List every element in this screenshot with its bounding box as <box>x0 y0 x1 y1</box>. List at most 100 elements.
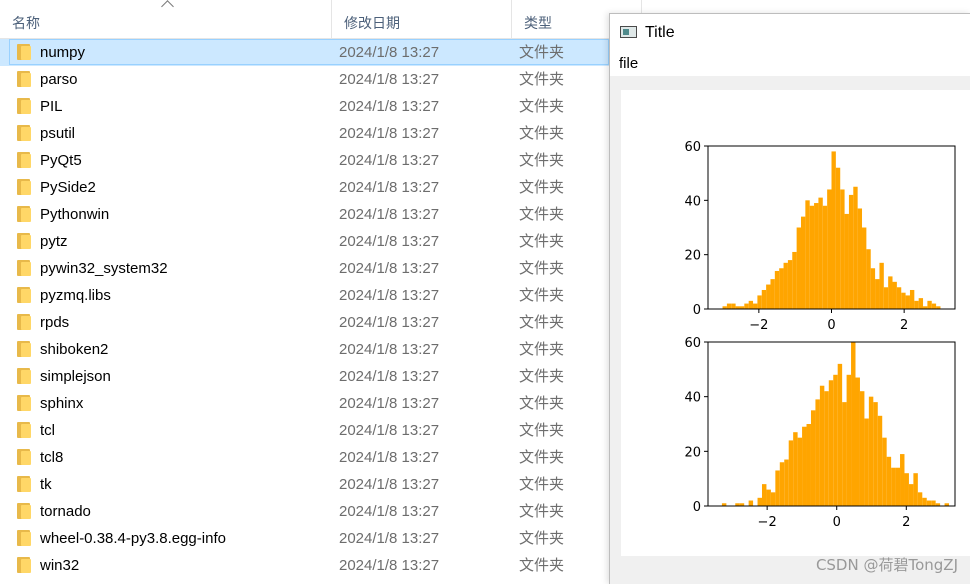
histogram-bar <box>779 462 785 506</box>
histogram-bar <box>875 279 880 309</box>
histogram-bar <box>800 216 806 309</box>
folder-icon <box>17 260 31 276</box>
app-window-icon <box>620 26 637 38</box>
histogram-bar <box>797 437 803 506</box>
x-tick-label: 2 <box>900 318 908 333</box>
file-name: PyQt5 <box>40 152 82 169</box>
file-date: 2024/1/8 13:27 <box>339 395 440 412</box>
folder-icon <box>17 422 31 438</box>
histogram-bar <box>859 391 865 506</box>
file-name: tcl <box>40 422 55 439</box>
histogram-bar <box>726 303 732 309</box>
file-date: 2024/1/8 13:27 <box>339 503 440 520</box>
histogram-bar <box>783 262 788 309</box>
histogram-bar <box>840 189 845 309</box>
x-tick-label: −2 <box>758 515 777 530</box>
file-name: PIL <box>40 98 63 115</box>
histogram-bar <box>766 284 771 309</box>
histogram-bar <box>806 424 811 506</box>
folder-icon <box>17 449 31 465</box>
histogram-bar <box>873 402 878 506</box>
histogram-bar <box>882 437 887 506</box>
file-date: 2024/1/8 13:27 <box>339 422 440 439</box>
histogram-figure: −2 0 20204060−2 0 20204060 <box>684 140 956 530</box>
histogram-bar <box>866 249 871 309</box>
folder-icon <box>17 98 31 114</box>
histogram-bar <box>802 426 807 506</box>
histogram-1: −2 0 20204060 <box>684 140 956 333</box>
file-type: 文件夹 <box>519 476 565 493</box>
histogram-bar <box>761 289 767 309</box>
file-type: 文件夹 <box>519 557 565 574</box>
histogram-bar <box>917 492 923 506</box>
file-date: 2024/1/8 13:27 <box>339 206 440 223</box>
file-date: 2024/1/8 13:27 <box>339 71 440 88</box>
histogram-bar <box>753 303 758 309</box>
window-titlebar[interactable]: Title <box>610 14 970 50</box>
histogram-bar <box>900 454 905 506</box>
histogram-bar <box>855 377 860 506</box>
histogram-bar <box>744 303 749 309</box>
file-type: 文件夹 <box>519 233 565 250</box>
histogram-bar <box>748 500 754 506</box>
file-name: tk <box>40 476 52 493</box>
column-name[interactable]: 名称 <box>0 0 332 38</box>
file-type: 文件夹 <box>519 314 565 331</box>
folder-icon <box>17 125 31 141</box>
file-type: 文件夹 <box>519 503 565 520</box>
file-type: 文件夹 <box>519 98 565 115</box>
histogram-bar <box>779 268 784 309</box>
file-type: 文件夹 <box>519 449 565 466</box>
sort-ascending-icon <box>161 0 174 13</box>
folder-icon <box>17 368 31 384</box>
file-date: 2024/1/8 13:27 <box>339 260 440 277</box>
y-tick-label: 60 <box>684 336 701 351</box>
histogram-bar <box>775 470 780 506</box>
column-name-label: 名称 <box>12 15 40 31</box>
histogram-bar <box>788 440 794 506</box>
histogram-bar <box>814 203 819 309</box>
histogram-bar <box>774 270 780 309</box>
histogram-bar <box>819 385 825 506</box>
histogram-bar <box>810 410 816 506</box>
histogram-bar <box>905 295 910 309</box>
histogram-bar <box>757 497 762 506</box>
y-tick-label: 0 <box>693 500 701 515</box>
histogram-bar <box>891 467 896 506</box>
histogram-bar <box>757 295 762 309</box>
histogram-bar <box>792 251 797 309</box>
histogram-bar <box>914 300 919 309</box>
file-name: PySide2 <box>40 179 96 196</box>
histogram-bar <box>857 208 863 309</box>
watermark: CSDN @荷碧TongZJ <box>815 556 958 574</box>
histogram-bar <box>853 186 858 309</box>
file-date: 2024/1/8 13:27 <box>339 557 440 574</box>
plot-canvas: −2 0 2 0 20 40 60 −2 0 2 0 20 40 60 <box>621 90 970 556</box>
histogram-bar <box>879 262 884 309</box>
y-tick-label: 40 <box>684 194 701 209</box>
histogram-bar <box>904 473 909 506</box>
histogram-bar <box>868 396 874 506</box>
y-tick-label: 0 <box>693 303 701 318</box>
file-name: pyzmq.libs <box>40 287 111 304</box>
file-name: wheel-0.38.4-py3.8.egg-info <box>40 530 226 547</box>
file-name: sphinx <box>40 395 84 412</box>
file-name: parso <box>40 71 78 88</box>
file-type: 文件夹 <box>519 71 565 88</box>
histogram-bar <box>896 287 902 309</box>
menu-file[interactable]: file <box>619 50 638 78</box>
file-date: 2024/1/8 13:27 <box>339 314 440 331</box>
histogram-bar <box>883 287 889 309</box>
file-date: 2024/1/8 13:27 <box>339 179 440 196</box>
histogram-bar <box>931 500 936 506</box>
file-type: 文件夹 <box>519 368 565 385</box>
histogram-bar <box>770 279 775 309</box>
histogram-bar <box>822 205 828 309</box>
file-date: 2024/1/8 13:27 <box>339 341 440 358</box>
histogram-bar <box>864 418 869 506</box>
folder-icon <box>17 530 31 546</box>
column-modified[interactable]: 修改日期 <box>332 0 512 38</box>
histogram-bar <box>888 276 893 309</box>
file-type: 文件夹 <box>519 206 565 223</box>
file-type: 文件夹 <box>519 260 565 277</box>
